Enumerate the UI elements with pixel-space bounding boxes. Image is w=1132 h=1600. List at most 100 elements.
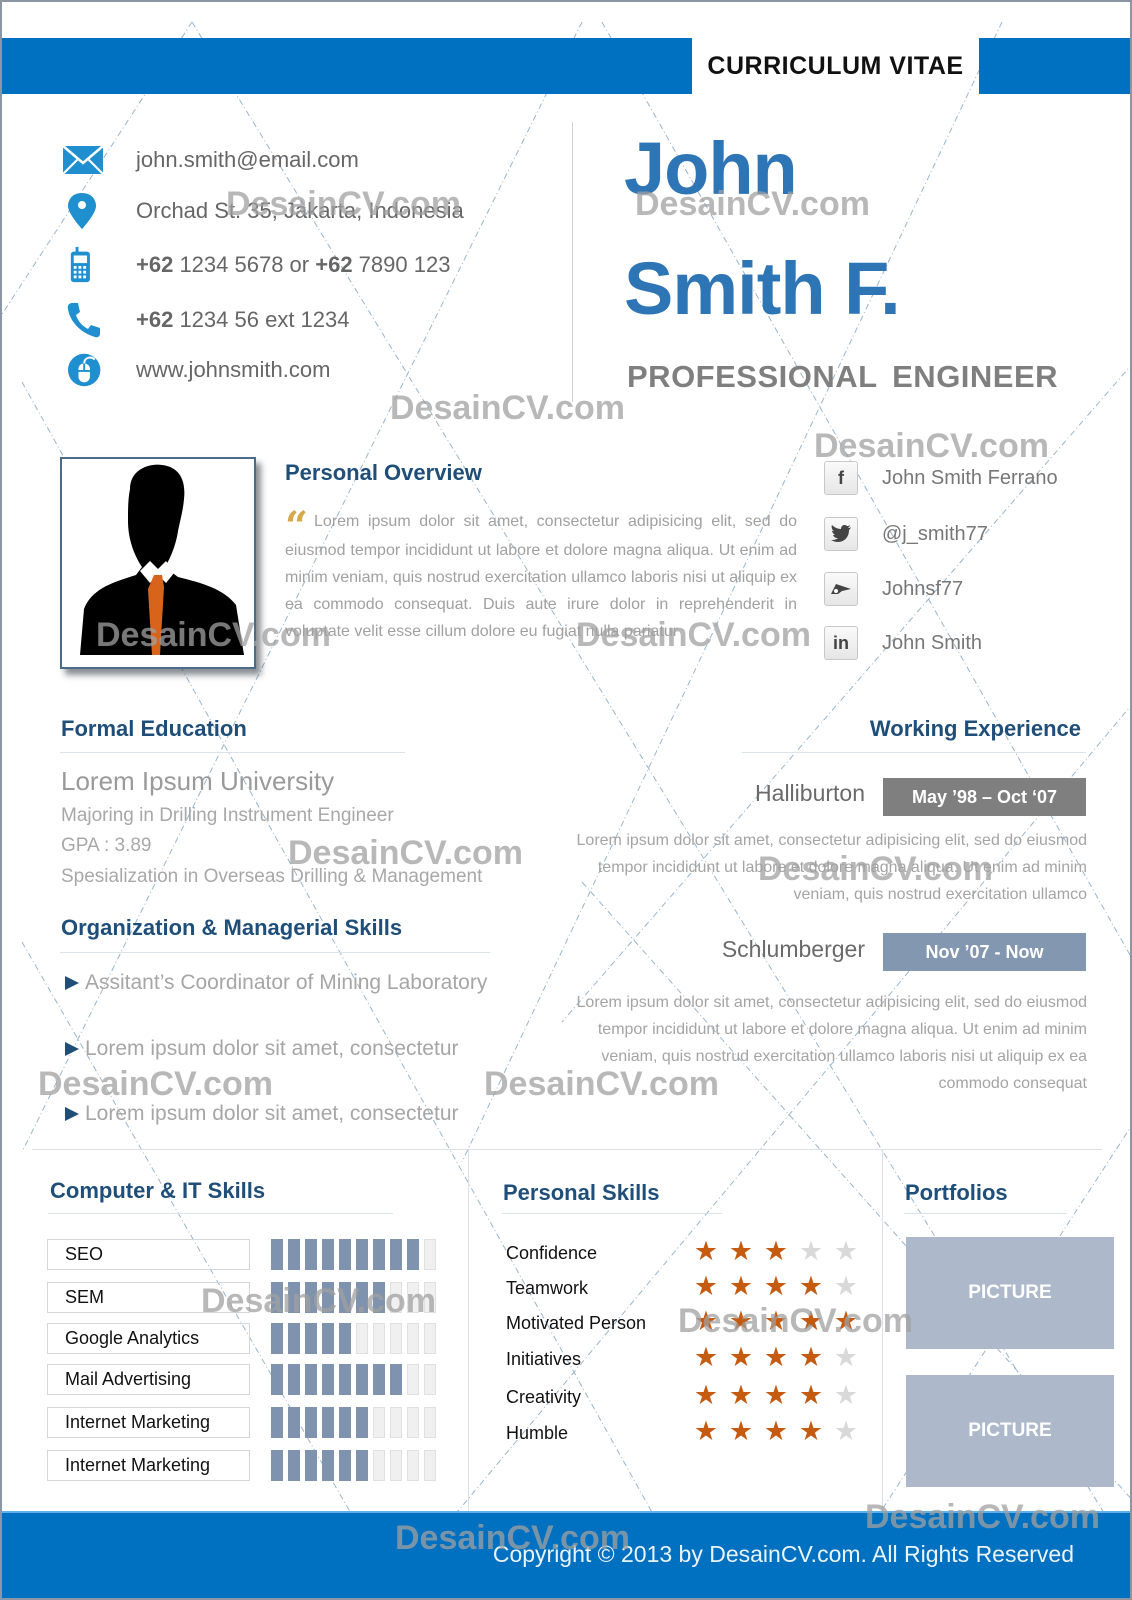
star-filled-icon: ★ (798, 1416, 824, 1446)
it-skill-label: Internet Marketing (47, 1407, 250, 1438)
star-filled-icon: ★ (693, 1416, 719, 1446)
contact-website: www.johnsmith.com (62, 350, 330, 390)
watermark: DesainCV.com (390, 389, 625, 427)
twitter-handle[interactable]: @j_smith77 (882, 523, 988, 546)
level-bar-empty (424, 1282, 436, 1313)
star-filled-icon: ★ (763, 1342, 789, 1372)
level-bar-filled (271, 1407, 283, 1438)
star-filled-icon: ★ (763, 1306, 789, 1336)
telephone-icon (62, 300, 108, 340)
star-filled-icon: ★ (693, 1271, 719, 1301)
level-bar-filled (305, 1450, 317, 1481)
mobile-text: +62 1234 5678 or +62 7890 123 (136, 252, 450, 278)
social-twitter[interactable]: @j_smith77 (824, 516, 988, 552)
it-skill-level-bars (271, 1323, 436, 1354)
star-filled-icon: ★ (693, 1380, 719, 1410)
watermark: DesainCV.com (38, 1065, 273, 1103)
social-linkedin[interactable]: in John Smith (824, 625, 982, 661)
level-bar-empty (390, 1323, 402, 1354)
deviantart-username[interactable]: Johnsf77 (882, 578, 963, 601)
level-bar-filled (356, 1450, 368, 1481)
bullet-triangle-icon (65, 976, 79, 990)
social-facebook[interactable]: f John Smith Ferrano (824, 460, 1058, 496)
level-bar-filled (271, 1450, 283, 1481)
cv-title: CURRICULUM VITAE (707, 51, 964, 80)
star-filled-icon: ★ (798, 1380, 824, 1410)
level-bar-filled (373, 1282, 385, 1313)
organization-item: Assitant’s Coordinator of Mining Laborat… (65, 971, 487, 995)
level-bar-empty (424, 1407, 436, 1438)
star-filled-icon: ★ (728, 1236, 754, 1266)
organization-item-text: Lorem ipsum dolor sit amet, consectetur (85, 1102, 459, 1125)
star-empty-icon: ★ (798, 1236, 824, 1266)
level-bar-empty (407, 1282, 419, 1313)
personal-skills-heading: Personal Skills (503, 1180, 660, 1205)
level-bar-filled (271, 1364, 283, 1395)
star-filled-icon: ★ (763, 1416, 789, 1446)
cv-page: CURRICULUM VITAE john.smith@email.com Or… (0, 0, 1132, 1600)
profile-photo (60, 457, 256, 669)
bullet-triangle-icon (65, 1042, 79, 1056)
address-text: Orchad St. 35, Jakarta, Indonesia (136, 198, 464, 223)
personal-overview-text: “Lorem ipsum dolor sit amet, consectetur… (285, 507, 797, 645)
mobile-number-2: 7890 123 (352, 252, 451, 277)
it-skill-level-bars (271, 1364, 436, 1395)
level-bar-filled (390, 1364, 402, 1395)
bullet-triangle-icon (65, 1107, 79, 1121)
personal-skill-label: Humble (506, 1423, 569, 1443)
level-bar-empty (424, 1239, 436, 1270)
organization-item: Lorem ipsum dolor sit amet, consectetur (65, 1037, 459, 1061)
it-skill-label: Internet Marketing (47, 1450, 250, 1481)
level-bar-filled (288, 1323, 300, 1354)
star-rating: ★ ★ ★ ★ ★ (693, 1273, 859, 1300)
level-bar-filled (373, 1239, 385, 1270)
level-bar-filled (305, 1407, 317, 1438)
star-filled-icon: ★ (728, 1416, 754, 1446)
linkedin-icon: in (824, 626, 858, 660)
star-rating: ★ ★ ★ ★ ★ (693, 1382, 859, 1409)
level-bar-filled (356, 1364, 368, 1395)
personal-overview-heading: Personal Overview (285, 460, 482, 485)
star-rating: ★ ★ ★ ★ ★ (693, 1308, 859, 1335)
level-bar-empty (373, 1450, 385, 1481)
level-bar-empty (373, 1407, 385, 1438)
portfolio-picture[interactable]: PICTURE (906, 1237, 1114, 1349)
portfolio-picture[interactable]: PICTURE (906, 1375, 1114, 1487)
section-divider (60, 752, 405, 753)
organization-item-text: Assitant’s Coordinator of Mining Laborat… (85, 971, 488, 994)
level-bar-filled (305, 1239, 317, 1270)
level-bar-filled (339, 1282, 351, 1313)
level-bar-filled (288, 1239, 300, 1270)
level-bar-filled (339, 1407, 351, 1438)
website-link[interactable]: www.johnsmith.com (136, 357, 330, 383)
it-skill-label: SEM (47, 1282, 250, 1313)
working-experience-heading: Working Experience (869, 716, 1081, 741)
level-bar-filled (305, 1364, 317, 1395)
star-rating: ★ ★ ★ ★ ★ (693, 1238, 859, 1265)
formal-education-heading: Formal Education (61, 716, 247, 741)
level-bar-empty (390, 1450, 402, 1481)
education-detail: Majoring in Drilling Instrument Engineer (61, 805, 394, 826)
star-rating: ★ ★ ★ ★ ★ (693, 1344, 859, 1371)
facebook-icon: f (824, 461, 858, 495)
email-link[interactable]: john.smith@email.com (136, 147, 359, 173)
section-divider (904, 1213, 1067, 1214)
level-bar-filled (288, 1407, 300, 1438)
social-deviantart[interactable]: Johnsf77 (824, 571, 963, 607)
personal-skill-label: Creativity (506, 1387, 582, 1407)
level-bar-filled (356, 1239, 368, 1270)
personal-skill-label: Teamwork (506, 1278, 589, 1298)
contact-email: john.smith@email.com (62, 140, 359, 180)
level-bar-filled (339, 1239, 351, 1270)
it-skills-heading: Computer & IT Skills (50, 1178, 266, 1203)
star-filled-icon: ★ (693, 1306, 719, 1336)
bottom-section-divider (32, 1149, 1102, 1150)
facebook-name[interactable]: John Smith Ferrano (882, 467, 1058, 490)
level-bar-filled (407, 1239, 419, 1270)
it-skill-label: Mail Advertising (47, 1364, 250, 1395)
job-description: Lorem ipsum dolor sit amet, consectetur … (576, 994, 1087, 1092)
star-filled-icon: ★ (798, 1306, 824, 1336)
university-name: Lorem Ipsum University (61, 766, 335, 796)
star-filled-icon: ★ (798, 1271, 824, 1301)
linkedin-name[interactable]: John Smith (882, 632, 982, 655)
